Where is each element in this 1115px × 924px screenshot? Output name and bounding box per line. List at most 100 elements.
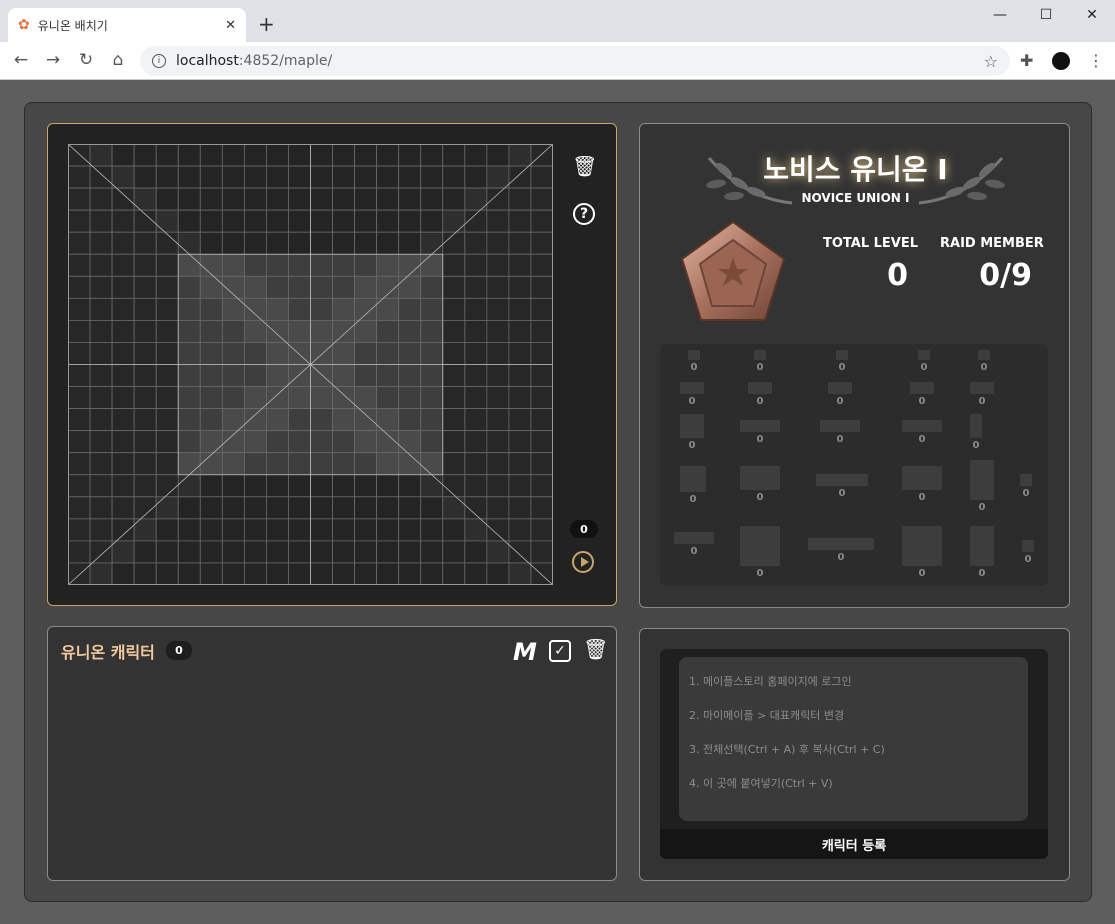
board-cell[interactable] bbox=[398, 297, 422, 321]
paste-textarea[interactable]: 1. 메이플스토리 홈페이지에 로그인 2. 마이메이플 > 대표캐릭터 변경 … bbox=[679, 657, 1028, 821]
board-cell[interactable] bbox=[332, 496, 355, 520]
board-cell[interactable] bbox=[133, 562, 157, 585]
board-cell[interactable] bbox=[68, 319, 91, 343]
board-cell[interactable] bbox=[354, 253, 378, 277]
board-cell[interactable] bbox=[508, 496, 532, 520]
board-cell[interactable] bbox=[530, 496, 553, 520]
board-cell[interactable] bbox=[133, 540, 157, 564]
board-cell[interactable] bbox=[464, 408, 488, 432]
board-cell[interactable] bbox=[486, 275, 510, 299]
menu-icon[interactable]: ⋮ bbox=[1088, 51, 1104, 70]
board-cell[interactable] bbox=[68, 342, 91, 365]
board-cell[interactable] bbox=[199, 275, 223, 299]
board-cell[interactable] bbox=[89, 540, 113, 564]
board-cell[interactable] bbox=[266, 319, 289, 343]
board-cell[interactable] bbox=[354, 386, 378, 410]
board-cell[interactable] bbox=[420, 297, 444, 321]
board-cell[interactable] bbox=[155, 253, 179, 277]
board-cell[interactable] bbox=[177, 275, 201, 299]
reload-icon[interactable]: ↻ bbox=[75, 50, 97, 70]
board-cell[interactable] bbox=[177, 253, 201, 277]
board-cell[interactable] bbox=[354, 187, 378, 211]
board-cell[interactable] bbox=[310, 253, 333, 277]
board-cell[interactable] bbox=[133, 319, 157, 343]
board-cell[interactable] bbox=[420, 187, 444, 211]
close-window-icon[interactable]: ✕ bbox=[1069, 0, 1115, 30]
board-cell[interactable] bbox=[354, 209, 378, 233]
board-cell[interactable] bbox=[177, 562, 201, 585]
board-cell[interactable] bbox=[442, 144, 466, 167]
board-cell[interactable] bbox=[442, 209, 466, 233]
board-cell[interactable] bbox=[354, 364, 378, 387]
extensions-icon[interactable]: ✚ bbox=[1020, 51, 1033, 70]
board-cell[interactable] bbox=[398, 253, 422, 277]
board-cell[interactable] bbox=[221, 540, 245, 564]
back-icon[interactable]: ← bbox=[10, 50, 32, 70]
board-cell[interactable] bbox=[221, 231, 245, 255]
board-cell[interactable] bbox=[398, 474, 422, 498]
board-cell[interactable] bbox=[354, 518, 378, 542]
board-cell[interactable] bbox=[508, 165, 532, 189]
board-cell[interactable] bbox=[221, 474, 245, 498]
board-cell[interactable] bbox=[332, 187, 355, 211]
board-cell[interactable] bbox=[398, 275, 422, 299]
board-cell[interactable] bbox=[464, 452, 488, 476]
board-cell[interactable] bbox=[354, 342, 378, 365]
board-cell[interactable] bbox=[199, 430, 223, 454]
board-cell[interactable] bbox=[133, 144, 157, 167]
board-cell[interactable] bbox=[486, 430, 510, 454]
board-cell[interactable] bbox=[420, 253, 444, 277]
board-cell[interactable] bbox=[398, 408, 422, 432]
board-cell[interactable] bbox=[155, 144, 179, 167]
board-cell[interactable] bbox=[155, 275, 179, 299]
board-cell[interactable] bbox=[354, 319, 378, 343]
board-cell[interactable] bbox=[266, 165, 289, 189]
board-cell[interactable] bbox=[486, 408, 510, 432]
board-cell[interactable] bbox=[199, 562, 223, 585]
board-cell[interactable] bbox=[221, 209, 245, 233]
board-cell[interactable] bbox=[398, 342, 422, 365]
board-cell[interactable] bbox=[332, 209, 355, 233]
board-cell[interactable] bbox=[89, 408, 113, 432]
board-cell[interactable] bbox=[332, 430, 355, 454]
board-cell[interactable] bbox=[68, 430, 91, 454]
board-cell[interactable] bbox=[486, 540, 510, 564]
bookmark-star-icon[interactable]: ☆ bbox=[984, 52, 998, 71]
board-cell[interactable] bbox=[266, 364, 289, 387]
board-cell[interactable] bbox=[442, 386, 466, 410]
board-cell[interactable] bbox=[243, 165, 267, 189]
board-cell[interactable] bbox=[310, 386, 333, 410]
board-cell[interactable] bbox=[420, 430, 444, 454]
board-cell[interactable] bbox=[310, 319, 333, 343]
board-cell[interactable] bbox=[111, 496, 135, 520]
board-cell[interactable] bbox=[243, 297, 267, 321]
new-tab-icon[interactable]: + bbox=[258, 12, 275, 36]
board-cell[interactable] bbox=[221, 165, 245, 189]
board-cell[interactable] bbox=[530, 165, 553, 189]
board-cell[interactable] bbox=[464, 562, 488, 585]
board-cell[interactable] bbox=[486, 496, 510, 520]
board-cell[interactable] bbox=[89, 253, 113, 277]
board-cell[interactable] bbox=[221, 518, 245, 542]
board-cell[interactable] bbox=[155, 452, 179, 476]
board-cell[interactable] bbox=[266, 496, 289, 520]
board-cell[interactable] bbox=[221, 319, 245, 343]
board-cell[interactable] bbox=[111, 275, 135, 299]
board-cell[interactable] bbox=[332, 319, 355, 343]
board-cell[interactable] bbox=[464, 275, 488, 299]
board-cell[interactable] bbox=[199, 144, 223, 167]
board-cell[interactable] bbox=[420, 275, 444, 299]
board-cell[interactable] bbox=[288, 452, 311, 476]
board-cell[interactable] bbox=[508, 275, 532, 299]
board-cell[interactable] bbox=[155, 209, 179, 233]
board-cell[interactable] bbox=[530, 452, 553, 476]
board-cell[interactable] bbox=[288, 386, 311, 410]
board-cell[interactable] bbox=[243, 187, 267, 211]
board-cell[interactable] bbox=[243, 386, 267, 410]
board-cell[interactable] bbox=[199, 452, 223, 476]
board-cell[interactable] bbox=[354, 144, 378, 167]
board-cell[interactable] bbox=[155, 342, 179, 365]
board-cell[interactable] bbox=[530, 408, 553, 432]
board-cell[interactable] bbox=[177, 452, 201, 476]
board-cell[interactable] bbox=[155, 386, 179, 410]
